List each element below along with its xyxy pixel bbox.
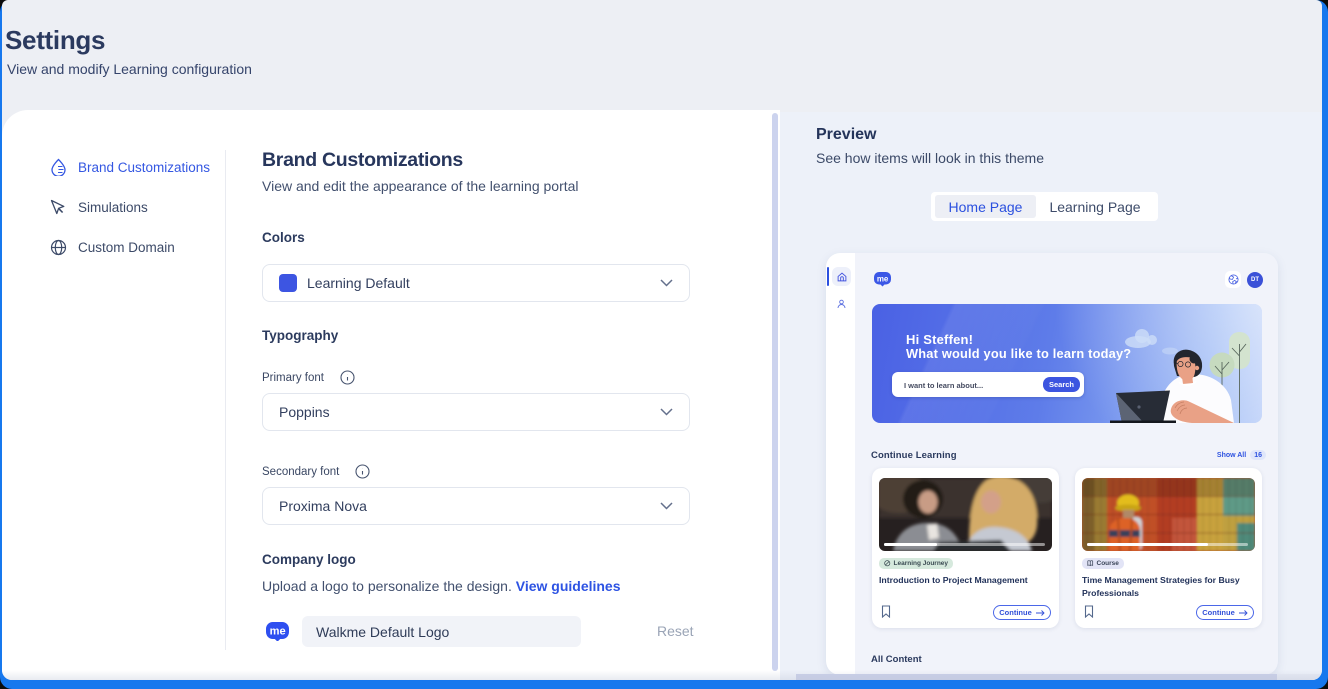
svg-text:me: me: [270, 626, 286, 638]
svg-text:me: me: [877, 274, 889, 283]
